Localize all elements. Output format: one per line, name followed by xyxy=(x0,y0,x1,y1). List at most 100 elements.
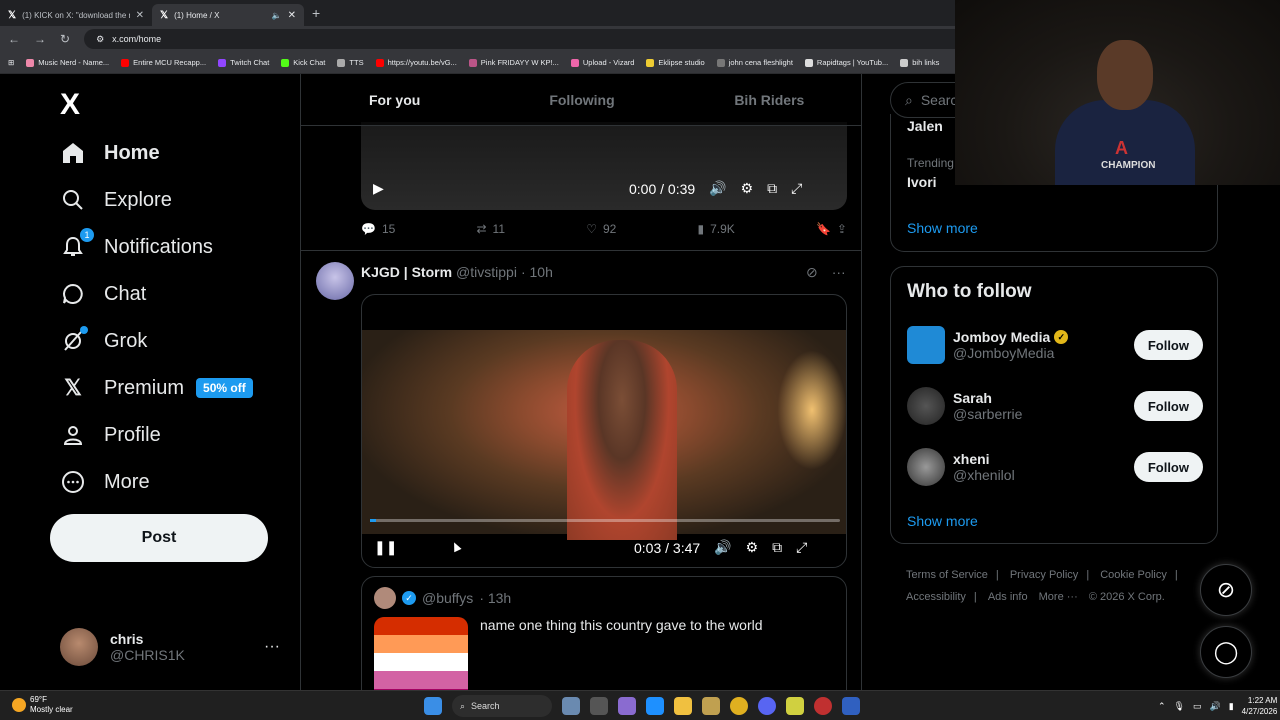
obs-icon[interactable] xyxy=(814,697,832,715)
bookmark-icon[interactable]: 🔖 xyxy=(816,222,831,236)
trend-name[interactable]: Jalen xyxy=(907,118,943,134)
bookmark[interactable]: Eklipse studio xyxy=(646,58,705,67)
volume-icon[interactable]: 🔊 xyxy=(1210,701,1221,712)
show-more-link[interactable]: Show more xyxy=(907,220,978,236)
fullscreen-icon[interactable]: ⤢ xyxy=(791,180,802,197)
follow-suggestion[interactable]: xheni @xhenilol Follow xyxy=(907,447,1203,487)
volume-icon[interactable]: 🔊 xyxy=(709,180,726,197)
taskbar-search[interactable]: ⌕ Search xyxy=(452,695,552,717)
x-logo-icon[interactable]: X xyxy=(60,88,80,122)
chevron-up-icon[interactable]: ⌃ xyxy=(1158,701,1166,712)
weather-widget[interactable]: 69°F Mostly clear xyxy=(12,695,73,715)
nav-grok[interactable]: Grok xyxy=(60,326,147,356)
bookmark[interactable]: Rapidtags | YouTub... xyxy=(804,58,888,67)
footer-link[interactable]: Accessibility xyxy=(906,591,966,603)
url-field[interactable]: ⚙ x.com/home xyxy=(84,29,1025,49)
bookmark[interactable]: Kick Chat xyxy=(281,58,325,67)
nav-home[interactable]: Home xyxy=(60,138,160,168)
follow-suggestion[interactable]: Sarah @sarberrie Follow xyxy=(907,386,1203,426)
volume-icon[interactable]: 🔊 xyxy=(714,539,731,556)
browser-tab-kick[interactable]: 𝕏 (1) KICK on X: "download the n ✕ xyxy=(0,4,152,26)
app-icon[interactable] xyxy=(842,697,860,715)
settings-icon[interactable]: ⚙ xyxy=(746,539,759,556)
bookmark[interactable]: https://youtu.be/vG... xyxy=(375,58,457,67)
clock[interactable]: 1:22 AM 4/27/2026 xyxy=(1242,695,1278,717)
network-icon[interactable]: ▭ xyxy=(1193,701,1202,712)
nav-profile[interactable]: Profile xyxy=(60,420,161,450)
nav-explore[interactable]: Explore xyxy=(60,185,172,215)
views-button[interactable]: ▮ 7.9K xyxy=(697,222,734,236)
bookmark[interactable]: TTS xyxy=(337,58,364,67)
footer-link[interactable]: Cookie Policy xyxy=(1100,569,1167,581)
widgets-icon[interactable] xyxy=(562,697,580,715)
pip-icon[interactable]: ⧉ xyxy=(772,539,782,556)
tab-for-you[interactable]: For you xyxy=(301,74,488,125)
forward-icon[interactable]: → xyxy=(34,32,46,46)
follow-suggestion[interactable]: Jomboy Media ✓ @JomboyMedia Follow xyxy=(907,325,1203,365)
new-tab-button[interactable]: + xyxy=(312,5,320,21)
nav-notifications[interactable]: 1 Notifications xyxy=(60,228,213,262)
bookmark[interactable]: Entire MCU Recapp... xyxy=(121,58,206,67)
follow-button[interactable]: Follow xyxy=(1133,452,1203,482)
grok-fab-button[interactable]: ⊘ xyxy=(1200,564,1252,616)
windows-start-icon[interactable] xyxy=(424,697,442,715)
chrome-icon[interactable] xyxy=(730,697,748,715)
notepad-icon[interactable] xyxy=(786,697,804,715)
more-dots-icon[interactable]: ··· xyxy=(264,638,280,656)
fullscreen-icon[interactable]: ⤢ xyxy=(796,539,807,556)
tab-close-icon[interactable]: ✕ xyxy=(136,10,144,21)
back-icon[interactable]: ← xyxy=(8,32,20,46)
file-explorer-icon[interactable] xyxy=(674,697,692,715)
footer-link[interactable]: Terms of Service xyxy=(906,569,988,581)
tweet-author-handle[interactable]: @tivstippi xyxy=(456,264,517,280)
bookmark[interactable]: Twitch Chat xyxy=(218,58,269,67)
bookmark[interactable]: Pink FRIDAYY W KP!... xyxy=(468,58,559,67)
microphone-icon[interactable]: 🎙 xyxy=(1174,701,1185,712)
quoted-tweet[interactable]: ✓ @buffys · 13h name one thing this coun… xyxy=(361,576,847,690)
bookmark[interactable]: bih links xyxy=(900,58,939,67)
repost-button[interactable]: ⇄ 11 xyxy=(476,222,505,236)
reply-button[interactable]: 💬 15 xyxy=(361,222,395,236)
tweet-author-name[interactable]: KJGD | Storm xyxy=(361,264,452,280)
pause-icon[interactable]: ❚❚ xyxy=(374,539,397,556)
footer-link[interactable]: More ··· xyxy=(1039,591,1078,603)
trend-name[interactable]: Ivori xyxy=(907,174,937,190)
battery-icon[interactable]: ▮ xyxy=(1229,701,1234,712)
post-button[interactable]: Post xyxy=(50,514,268,562)
nav-more[interactable]: More xyxy=(60,467,150,497)
settings-icon[interactable]: ⚙ xyxy=(741,180,754,197)
tab-following[interactable]: Following xyxy=(488,74,675,125)
footer-link[interactable]: Privacy Policy xyxy=(1010,569,1078,581)
bookmark[interactable]: Music Nerd - Name... xyxy=(26,58,109,67)
more-dots-icon[interactable]: ··· xyxy=(832,264,846,281)
quote-image[interactable] xyxy=(374,617,468,690)
tab-close-icon[interactable]: ✕ xyxy=(288,10,296,21)
follow-button[interactable]: Follow xyxy=(1133,391,1203,421)
reload-icon[interactable]: ↻ xyxy=(60,32,70,46)
tweet-time[interactable]: · 10h xyxy=(521,264,553,280)
footer-link[interactable]: Ads info xyxy=(988,591,1028,603)
video-player-2[interactable]: ❚❚ 0:03 / 3:47 🔊 ⚙ ⧉ ⤢ xyxy=(361,294,847,568)
apps-grid-icon[interactable]: ⊞ xyxy=(8,58,14,67)
account-switcher[interactable]: chris @CHRIS1K ··· xyxy=(60,628,280,666)
tab-bih-riders[interactable]: Bih Riders xyxy=(676,74,861,125)
bookmark[interactable]: Upload - Vizard xyxy=(570,58,634,67)
site-info-icon[interactable]: ⚙ xyxy=(96,34,104,45)
nav-premium[interactable]: 𝕏 Premium 50% off xyxy=(60,373,253,403)
pip-icon[interactable]: ⧉ xyxy=(767,180,777,197)
chat-fab-button[interactable]: ◯ xyxy=(1200,626,1252,678)
video-player-1[interactable]: ▶ 0:00 / 0:39 🔊 ⚙ ⧉ ⤢ xyxy=(361,122,847,210)
store-icon[interactable] xyxy=(702,697,720,715)
discord-icon[interactable] xyxy=(758,697,776,715)
play-icon[interactable]: ▶ xyxy=(373,180,384,197)
bookmark[interactable]: john cena fleshlight xyxy=(716,58,793,67)
grok-icon[interactable]: ⊘ xyxy=(806,264,818,281)
copilot-icon[interactable] xyxy=(618,697,636,715)
show-more-link[interactable]: Show more xyxy=(907,513,978,529)
speaker-icon[interactable]: 🔈 xyxy=(272,11,282,20)
follow-button[interactable]: Follow xyxy=(1133,330,1203,360)
edge-icon[interactable] xyxy=(646,697,664,715)
like-button[interactable]: ♡ 92 xyxy=(586,222,616,236)
browser-tab-home[interactable]: 𝕏 (1) Home / X 🔈 ✕ xyxy=(152,4,304,26)
nav-chat[interactable]: Chat xyxy=(60,279,146,309)
